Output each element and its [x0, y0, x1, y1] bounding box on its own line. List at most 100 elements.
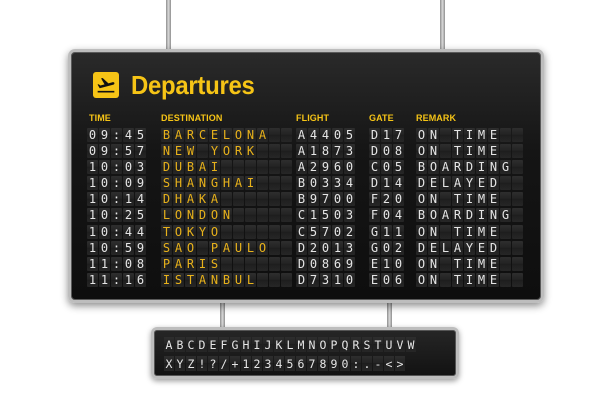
flap-cell: O: [221, 144, 232, 159]
flap-cell: [440, 128, 451, 142]
flap-cell: 2: [252, 356, 262, 371]
flap-cell: D: [161, 160, 172, 175]
gate-cell: E06: [369, 272, 404, 287]
flap-cell: 1: [241, 356, 251, 371]
gate-cell: F04: [369, 208, 404, 223]
flap-cell: [233, 224, 244, 239]
flap-cell: [512, 240, 523, 255]
remark-cell: BOARDING: [416, 208, 523, 223]
flap-cell: 2: [308, 240, 319, 255]
connector-rod-right: [387, 303, 392, 329]
flap-cell: [269, 176, 280, 191]
flap-cell: 0: [340, 356, 350, 371]
flap-cell: [500, 272, 511, 287]
flap-cell: [500, 240, 511, 255]
flight-cell: A1873: [296, 144, 355, 159]
flap-cell: C: [369, 160, 380, 175]
flap-cell: 5: [320, 208, 331, 223]
flap-cell: >: [395, 356, 405, 371]
flap-cell: 0: [332, 224, 343, 239]
destination-cell: DUBAI: [161, 160, 292, 175]
flap-cell: A: [452, 176, 463, 191]
flap-cell: [440, 224, 451, 239]
flap-cell: N: [428, 128, 439, 142]
gate-cell: E10: [369, 256, 404, 271]
departures-board: Departures TIME DESTINATION FLIGHT GATE …: [68, 49, 544, 303]
flap-cell: L: [221, 128, 232, 142]
flap-cell: 0: [381, 208, 392, 223]
flap-cell: 7: [320, 224, 331, 239]
flight-row: 10:09SHANGHAI B0334D14DELAYED: [87, 175, 527, 191]
flap-cell: B: [175, 337, 185, 352]
flap-cell: B: [296, 192, 307, 207]
flap-cell: [500, 128, 511, 142]
header-destination: DESTINATION: [161, 113, 223, 123]
board-title-row: Departures: [93, 70, 265, 100]
flap-cell: O: [416, 224, 427, 239]
flap-cell: O: [416, 256, 427, 271]
flight-cell: B9700: [296, 192, 355, 207]
flap-cell: 1: [123, 192, 134, 207]
flight-cell: A4405: [296, 128, 355, 142]
flap-cell: M: [296, 337, 306, 352]
flap-cell: N: [428, 256, 439, 271]
flap-cell: 1: [381, 176, 392, 191]
flap-cell: [281, 160, 292, 175]
flap-cell: E: [428, 176, 439, 191]
flap-cell: 4: [308, 128, 319, 142]
flight-row: 11:08PARIS D0869E10ON TIME: [87, 256, 527, 272]
flap-cell: A: [173, 240, 184, 255]
flap-cell: 4: [135, 224, 146, 239]
flap-cell: 1: [123, 272, 134, 287]
time-cell: 11:16: [87, 272, 146, 287]
flap-cell: [512, 208, 523, 223]
flap-cell: [500, 224, 511, 239]
hanging-rod-right: [440, 0, 445, 50]
flap-cell: 9: [329, 356, 339, 371]
flap-cell: A: [209, 192, 220, 207]
gate-cell: C05: [369, 160, 404, 175]
flap-cell: R: [233, 144, 244, 159]
flap-cell: K: [274, 337, 284, 352]
flap-cell: O: [233, 128, 244, 142]
flight-row: 10:25LONDON C1503F04BOARDING: [87, 207, 527, 223]
flap-cell: O: [428, 208, 439, 223]
remark-cell: ON TIME: [416, 272, 523, 287]
flap-cell: !: [197, 356, 207, 371]
flap-cell: D: [296, 240, 307, 255]
flap-cell: 3: [135, 160, 146, 175]
flap-cell: E: [488, 256, 499, 271]
time-cell: 10:44: [87, 224, 146, 239]
flap-cell: M: [476, 144, 487, 159]
remark-cell: ON TIME: [416, 256, 523, 271]
flap-cell: F: [219, 337, 229, 352]
flap-cell: S: [209, 256, 220, 271]
flap-cell: T: [452, 192, 463, 207]
flight-cell: D2013: [296, 240, 355, 255]
flap-cell: 4: [393, 208, 404, 223]
flap-cell: A: [440, 208, 451, 223]
flap-cell: 1: [381, 128, 392, 142]
time-cell: 09:45: [87, 128, 146, 142]
flap-cell: D: [464, 208, 475, 223]
flap-cell: 1: [381, 224, 392, 239]
flap-cell: 0: [99, 160, 110, 175]
flap-cell: 0: [99, 192, 110, 207]
flap-cell: 3: [332, 176, 343, 191]
flap-cell: O: [185, 240, 196, 255]
flap-cell: 0: [393, 256, 404, 271]
flap-cell: F: [369, 192, 380, 207]
flap-cell: R: [452, 160, 463, 175]
flap-cell: K: [245, 144, 256, 159]
flap-cell: [221, 256, 232, 271]
flap-cell: :: [111, 176, 122, 191]
flap-cell: [257, 160, 268, 175]
flap-cell: 0: [381, 160, 392, 175]
flap-cell: E: [488, 128, 499, 142]
flap-cell: [500, 192, 511, 207]
flap-cell: 0: [99, 208, 110, 223]
flap-cell: 0: [344, 192, 355, 207]
flap-cell: [281, 192, 292, 207]
flap-cell: +: [230, 356, 240, 371]
character-row-symbols: X Y Z!? / +1 2 3 4 5 6 7 8 9 0:. - < >: [164, 356, 405, 371]
